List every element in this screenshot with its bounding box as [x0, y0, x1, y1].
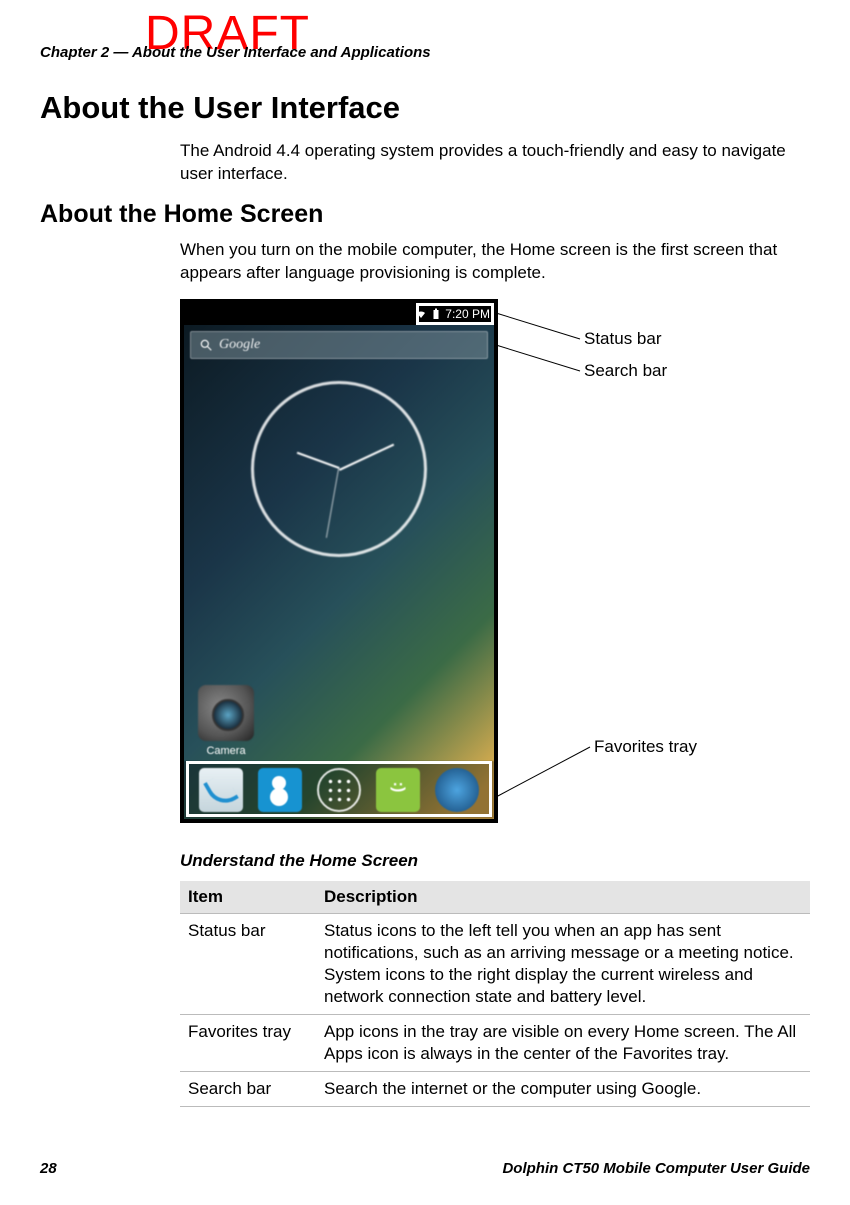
clock-widget [251, 381, 427, 557]
table-cell-desc: Status icons to the left tell you when a… [316, 913, 810, 1014]
section-heading: About the Home Screen [40, 200, 810, 229]
search-icon [199, 338, 213, 352]
callout-favorites-tray: Favorites tray [594, 737, 697, 757]
table-row: Favorites tray App icons in the tray are… [180, 1015, 810, 1072]
section-paragraph: When you turn on the mobile computer, th… [180, 239, 810, 285]
table-cell-item: Status bar [180, 913, 316, 1014]
table-cell-desc: App icons in the tray are visible on eve… [316, 1015, 810, 1072]
phone-screenshot: 7:20 PM Google Camera [180, 299, 498, 823]
camera-app-icon [198, 685, 254, 741]
status-bar-highlight [416, 303, 494, 325]
page-number: 28 [40, 1160, 57, 1177]
callout-status-bar: Status bar [584, 329, 662, 349]
table-header-description: Description [316, 881, 810, 914]
guide-title: Dolphin CT50 Mobile Computer User Guide [502, 1160, 810, 1177]
search-placeholder: Google [219, 337, 260, 353]
home-screen-table: Item Description Status bar Status icons… [180, 881, 810, 1108]
table-row: Search bar Search the internet or the co… [180, 1072, 810, 1107]
home-screen-figure: 7:20 PM Google Camera [180, 299, 810, 839]
table-cell-item: Search bar [180, 1072, 316, 1107]
camera-label: Camera [198, 745, 254, 757]
favorites-tray-highlight [186, 761, 492, 817]
table-header-item: Item [180, 881, 316, 914]
table-cell-desc: Search the internet or the computer usin… [316, 1072, 810, 1107]
intro-paragraph: The Android 4.4 operating system provide… [180, 140, 810, 186]
callout-search-bar: Search bar [584, 361, 667, 381]
page-title: About the User Interface [40, 90, 810, 126]
table-cell-item: Favorites tray [180, 1015, 316, 1072]
table-title: Understand the Home Screen [180, 851, 810, 871]
chapter-header: Chapter 2 — About the User Interface and… [40, 44, 431, 61]
table-row: Status bar Status icons to the left tell… [180, 913, 810, 1014]
status-bar: 7:20 PM [184, 303, 494, 325]
search-bar: Google [190, 331, 488, 359]
